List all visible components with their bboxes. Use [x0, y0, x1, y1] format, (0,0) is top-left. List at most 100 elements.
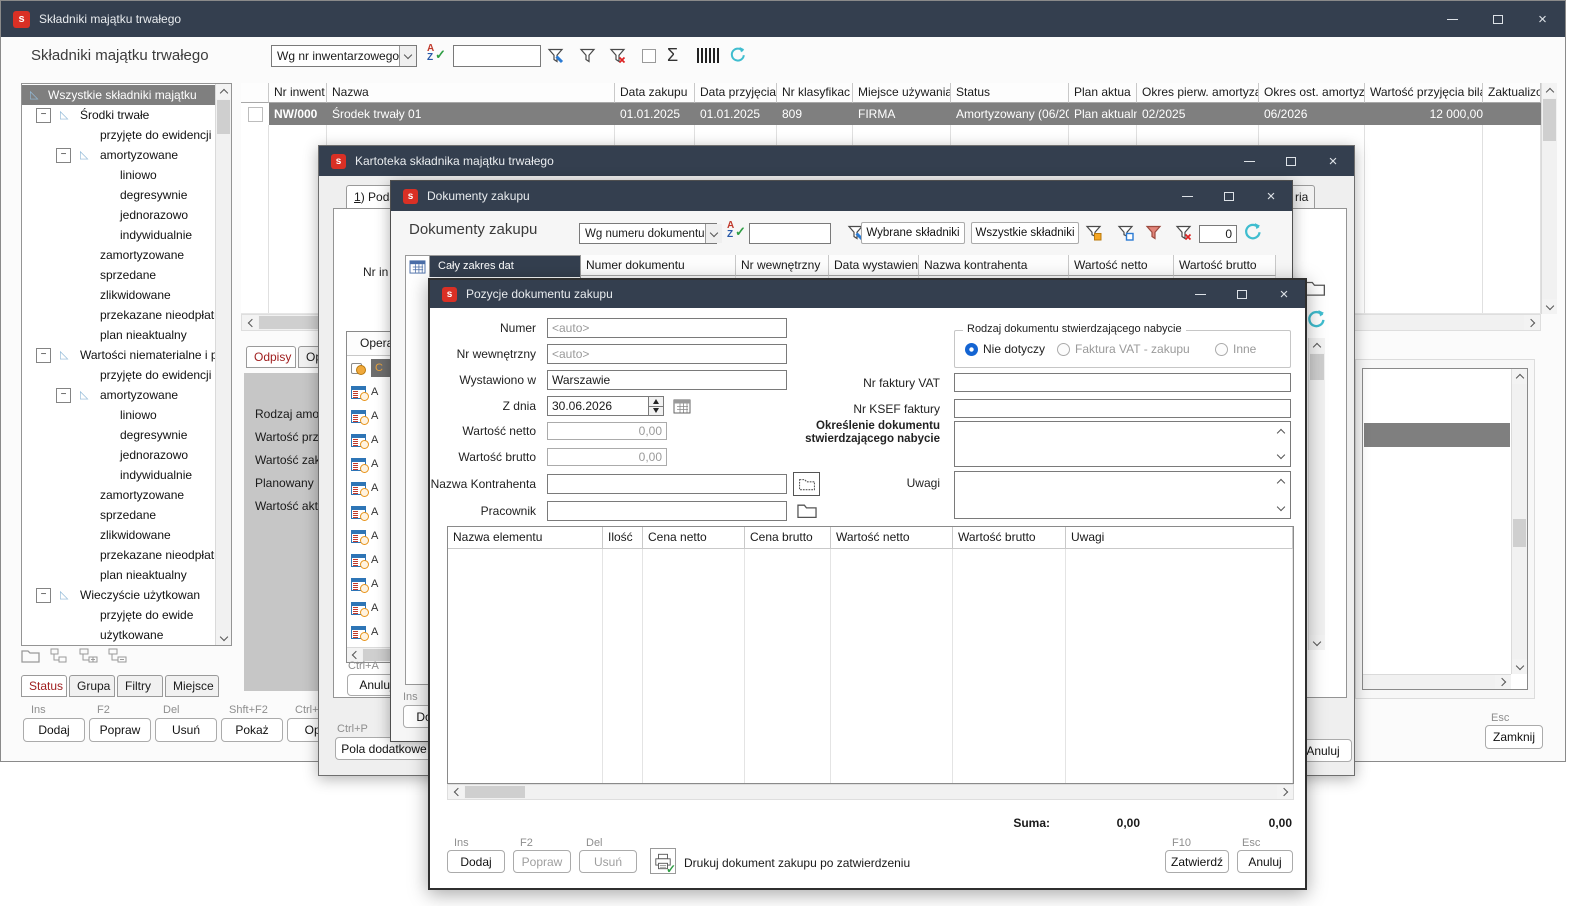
right-list-hscrollbar[interactable]	[1363, 674, 1511, 689]
filter-window-icon[interactable]	[1117, 224, 1134, 241]
maximize-button[interactable]	[1270, 146, 1312, 176]
filter-clear-icon[interactable]	[1175, 224, 1192, 241]
collapse-all-icon[interactable]	[108, 648, 127, 663]
scroll-up-icon[interactable]	[216, 84, 231, 99]
maximize-button[interactable]	[1221, 280, 1263, 308]
close-button[interactable]: ×	[1312, 146, 1354, 176]
tree-item[interactable]: zamortyzowane	[22, 485, 215, 505]
tree-item[interactable]: degresywnie	[22, 185, 215, 205]
column-header[interactable]: Status	[951, 83, 1069, 103]
tree-item[interactable]: jednorazowo	[22, 205, 215, 225]
tree-item[interactable]: przyjęte do ewide	[22, 605, 215, 625]
close-button[interactable]: ×	[1263, 280, 1305, 308]
refresh-icon[interactable]	[729, 46, 746, 63]
scroll-left-icon[interactable]	[242, 315, 258, 330]
close-button[interactable]: ×	[1520, 1, 1565, 37]
column-header[interactable]: Wartość brutto	[1174, 255, 1276, 276]
column-header[interactable]	[241, 83, 269, 103]
tree-item[interactable]: Środki trwałe	[22, 105, 215, 125]
column-header[interactable]: Wartość brutto	[953, 527, 1066, 549]
detail-tab[interactable]: Odpisy	[246, 346, 296, 368]
tree-item[interactable]: plan nieaktualny	[22, 565, 215, 585]
column-header[interactable]: Uwagi	[1066, 527, 1293, 549]
tree-item[interactable]: liniowo	[22, 165, 215, 185]
tree-item[interactable]: zamortyzowane	[22, 245, 215, 265]
tree-item[interactable]: degresywnie	[22, 425, 215, 445]
maximize-button[interactable]	[1475, 1, 1520, 37]
scrollbar-thumb[interactable]	[1513, 519, 1526, 547]
scroll-right-icon[interactable]	[1524, 315, 1540, 330]
search-input[interactable]	[749, 223, 831, 244]
tree-item[interactable]: przekazane nieodpłatni	[22, 545, 215, 565]
tree-item[interactable]: jednorazowo	[22, 445, 215, 465]
column-header[interactable]: Nr wewnętrzny	[736, 255, 829, 276]
scroll-up-icon[interactable]	[1277, 479, 1285, 487]
tree-tab[interactable]: Grupa	[69, 675, 115, 697]
radio-option[interactable]: Inne	[1215, 342, 1275, 356]
column-header[interactable]: Wartość netto	[1069, 255, 1174, 276]
scroll-down-icon[interactable]	[1277, 503, 1285, 511]
scrollbar-thumb[interactable]	[217, 100, 230, 134]
kontrahent-picker-button[interactable]	[793, 472, 820, 496]
selected-list-row[interactable]	[1364, 423, 1510, 447]
column-header[interactable]: Nr inwent	[269, 83, 327, 103]
scrollbar-thumb[interactable]	[1310, 354, 1324, 380]
tree-tab[interactable]: Filtry	[117, 675, 163, 697]
action-button[interactable]: Popraw	[89, 718, 151, 742]
sum-icon[interactable]: Σ	[667, 46, 678, 64]
expand-branch-icon[interactable]	[50, 648, 69, 663]
folder-icon[interactable]	[1304, 279, 1326, 297]
kartoteka-vscrollbar[interactable]	[1308, 338, 1325, 650]
nr-wewnetrzny-field[interactable]	[547, 344, 787, 364]
radio-option[interactable]: Nie dotyczy	[965, 342, 1057, 356]
scroll-right-icon[interactable]	[1277, 785, 1293, 799]
column-header[interactable]: Data wystawienia	[829, 255, 919, 276]
column-header[interactable]: Wartość przyjęcia bila	[1365, 83, 1483, 103]
scroll-down-icon[interactable]	[1309, 635, 1325, 650]
sort-az-icon[interactable]: AZ✓	[727, 223, 746, 242]
counter-input[interactable]	[1199, 225, 1237, 243]
tree-scrollbar[interactable]	[215, 84, 231, 645]
minimize-button[interactable]	[1179, 280, 1221, 308]
search-input[interactable]	[453, 45, 541, 67]
tree-tab[interactable]: Status	[21, 675, 67, 697]
tree-item[interactable]: przyjęte do ewidencji	[22, 365, 215, 385]
minimize-button[interactable]	[1430, 1, 1475, 37]
okreslenie-textarea[interactable]	[954, 421, 1291, 467]
asset-table-vscrollbar[interactable]	[1541, 83, 1557, 314]
tree-item[interactable]: sprzedane	[22, 265, 215, 285]
scroll-right-icon[interactable]	[1495, 675, 1511, 689]
usun-button[interactable]: Usuń	[579, 850, 637, 873]
scroll-down-icon[interactable]	[216, 630, 231, 645]
column-header[interactable]: Nazwa kontrahenta	[919, 255, 1069, 276]
tree-item[interactable]: amortyzowane	[22, 145, 215, 165]
tree-item[interactable]: Wszystkie składniki majątku	[22, 85, 215, 105]
z-dnia-field[interactable]	[547, 396, 649, 416]
barcode-icon[interactable]	[697, 48, 719, 63]
filter-edit-icon[interactable]	[547, 47, 564, 64]
close-button[interactable]: ×	[1250, 181, 1292, 211]
tree-item[interactable]: Wartości niematerialne i praw	[22, 345, 215, 365]
tree-item[interactable]: sprzedane	[22, 505, 215, 525]
scroll-up-icon[interactable]	[1309, 338, 1325, 353]
filter-active-icon[interactable]	[1145, 224, 1162, 241]
nr-faktury-vat-field[interactable]	[954, 373, 1291, 392]
right-list-vscrollbar[interactable]	[1511, 369, 1527, 674]
column-header[interactable]: Okres pierw. amortyzac	[1137, 83, 1259, 103]
scrollbar-thumb[interactable]	[1543, 99, 1556, 141]
column-header[interactable]: Plan aktua	[1069, 83, 1137, 103]
scroll-down-icon[interactable]	[1277, 451, 1285, 459]
column-header[interactable]: Data przyjęcia	[695, 83, 777, 103]
filter-clear-icon[interactable]	[609, 47, 626, 64]
action-button[interactable]: Usuń	[155, 718, 217, 742]
minimize-button[interactable]	[1166, 181, 1208, 211]
wystawiono-field[interactable]	[547, 370, 787, 390]
scroll-up-icon[interactable]	[1512, 369, 1527, 384]
tree-item[interactable]: liniowo	[22, 405, 215, 425]
dodaj-button[interactable]: Dodaj	[447, 850, 505, 873]
print-toggle[interactable]: ✓	[650, 848, 676, 874]
tree-item[interactable]: zlikwidowane	[22, 525, 215, 545]
column-header[interactable]: Data zakupu	[615, 83, 695, 103]
action-button[interactable]: Dodaj	[23, 718, 85, 742]
refresh-icon[interactable]	[1306, 309, 1326, 329]
